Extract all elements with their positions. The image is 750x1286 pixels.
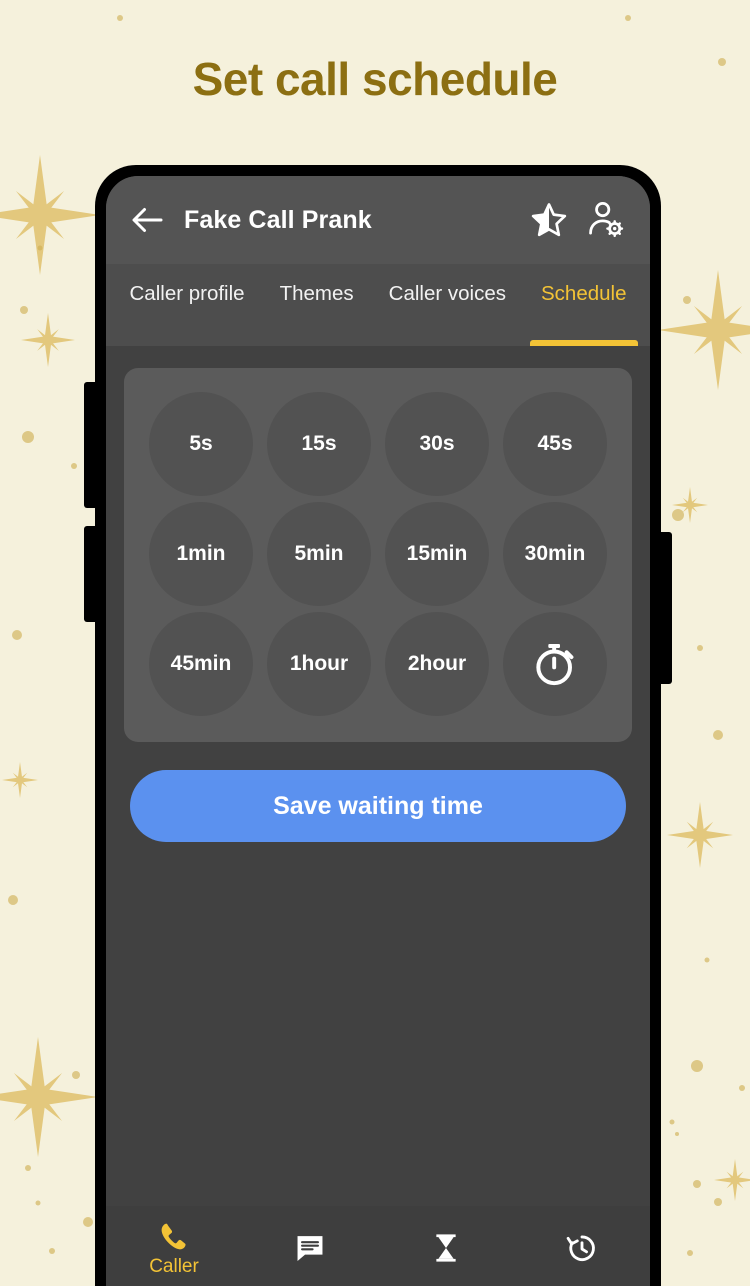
duration-option-5s[interactable]: 5s xyxy=(149,392,253,496)
nav-item-label: Caller xyxy=(149,1256,199,1277)
duration-option-1hour[interactable]: 1hour xyxy=(267,612,371,716)
power-button[interactable] xyxy=(658,532,672,684)
duration-option-5min[interactable]: 5min xyxy=(267,502,371,606)
tab-caller-profile[interactable]: Caller profile xyxy=(112,264,262,346)
arrow-back-icon xyxy=(132,208,163,232)
star-half-icon xyxy=(531,203,567,237)
tab-label: Caller profile xyxy=(129,282,245,305)
bottom-navigation: Caller xyxy=(106,1206,650,1286)
phone-screen: Fake Call Prank Caller profile Themes Ca… xyxy=(106,176,650,1286)
duration-option-30s[interactable]: 30s xyxy=(385,392,489,496)
nav-item-caller[interactable]: Caller xyxy=(106,1220,242,1276)
nav-item-hourglass[interactable] xyxy=(378,1231,514,1265)
volume-down-button[interactable] xyxy=(84,526,98,622)
back-button[interactable] xyxy=(126,199,168,241)
nav-item-history[interactable] xyxy=(514,1231,650,1265)
duration-option-15min[interactable]: 15min xyxy=(385,502,489,606)
duration-option-30min[interactable]: 30min xyxy=(503,502,607,606)
nav-item-message[interactable] xyxy=(242,1231,378,1265)
schedule-section: 5s 15s 30s 45s 1min 5min 15min 30min 45m… xyxy=(106,346,650,742)
stopwatch-icon xyxy=(536,644,574,686)
favorite-button[interactable] xyxy=(526,197,572,243)
page-title: Set call schedule xyxy=(192,53,558,105)
duration-option-45s[interactable]: 45s xyxy=(503,392,607,496)
phone-device: Fake Call Prank Caller profile Themes Ca… xyxy=(84,166,672,1286)
hourglass-icon xyxy=(436,1234,456,1262)
profile-settings-button[interactable] xyxy=(582,197,628,243)
duration-option-1min[interactable]: 1min xyxy=(149,502,253,606)
save-section: Save waiting time xyxy=(106,742,650,842)
duration-option-custom-timer[interactable] xyxy=(503,612,607,716)
tab-caller-voices[interactable]: Caller voices xyxy=(371,264,523,346)
volume-up-button[interactable] xyxy=(84,382,98,508)
tab-label: Themes xyxy=(279,282,354,305)
person-gear-icon xyxy=(589,201,624,238)
save-waiting-time-button[interactable]: Save waiting time xyxy=(130,770,626,842)
history-icon xyxy=(566,1235,595,1262)
message-icon xyxy=(297,1236,323,1262)
app-bar: Fake Call Prank xyxy=(106,176,650,264)
schedule-grid: 5s 15s 30s 45s 1min 5min 15min 30min 45m… xyxy=(124,368,632,742)
tab-label: Schedule xyxy=(541,282,627,305)
duration-option-45min[interactable]: 45min xyxy=(149,612,253,716)
tab-label: Caller voices xyxy=(388,282,506,305)
duration-option-2hour[interactable]: 2hour xyxy=(385,612,489,716)
tab-schedule[interactable]: Schedule xyxy=(524,264,644,346)
phone-icon xyxy=(161,1223,186,1250)
tab-bar: Caller profile Themes Caller voices Sche… xyxy=(106,264,650,346)
duration-option-15s[interactable]: 15s xyxy=(267,392,371,496)
app-title: Fake Call Prank xyxy=(184,205,372,234)
tab-themes[interactable]: Themes xyxy=(262,264,371,346)
